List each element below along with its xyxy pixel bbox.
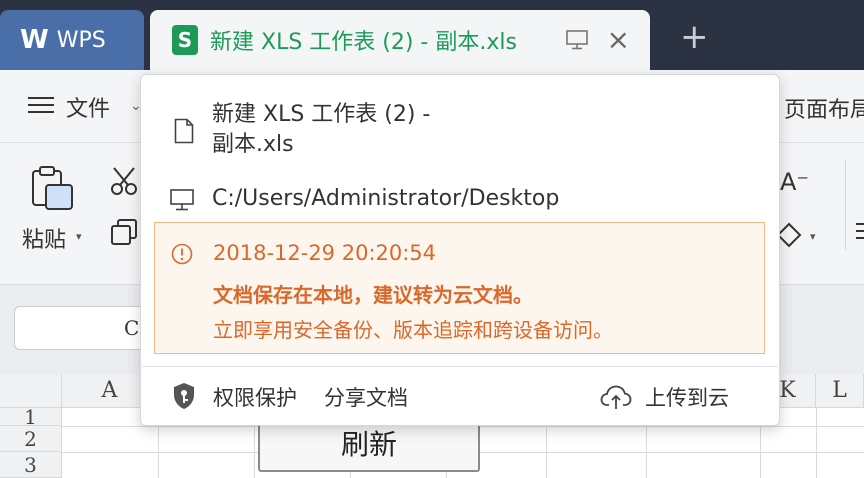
copy-icon[interactable] (110, 218, 138, 246)
wps-home-tab-label: WPS (56, 27, 106, 53)
paste-icon[interactable] (30, 165, 74, 213)
file-path: C:/Users/Administrator/Desktop (212, 186, 560, 211)
scissors-icon[interactable] (110, 166, 138, 196)
align-icon[interactable] (856, 222, 864, 244)
toolbar-divider (845, 160, 846, 250)
monitor-icon (170, 189, 194, 211)
info-circle-icon (171, 243, 193, 265)
document-icon (174, 118, 194, 144)
row-header[interactable]: 1 (0, 407, 62, 427)
name-box-value: C (124, 316, 140, 340)
close-tab-icon[interactable]: × (607, 26, 630, 54)
new-tab-button[interactable]: + (680, 20, 709, 54)
select-all-corner[interactable] (0, 374, 62, 408)
page-layout-menu[interactable]: 页面布局 (784, 92, 864, 124)
refresh-button[interactable]: 刷新 (258, 420, 480, 472)
grid-line (816, 408, 817, 478)
spreadsheet-icon: S (172, 25, 198, 55)
column-header[interactable]: L (816, 374, 864, 408)
file-menu[interactable]: 文件 (66, 91, 110, 123)
shield-key-icon[interactable] (172, 382, 196, 410)
share-document-link[interactable]: 分享文档 (324, 382, 408, 412)
wps-home-tab[interactable]: W WPS (0, 10, 144, 70)
cloud-upload-icon[interactable] (600, 384, 632, 410)
paste-button-label[interactable]: 粘贴 (22, 222, 66, 254)
warning-timestamp: 2018-12-29 20:20:54 (213, 241, 437, 265)
permission-protection-link[interactable]: 权限保护 (213, 382, 297, 412)
wps-logo-icon: W (20, 25, 49, 55)
popover-divider (140, 366, 778, 367)
upload-to-cloud-link[interactable]: 上传到云 (645, 382, 729, 412)
row-header[interactable]: 3 (0, 452, 62, 478)
document-tab-title: 新建 XLS 工作表 (2) - 副本.xls (210, 30, 517, 55)
row-header[interactable]: 2 (0, 426, 62, 452)
monitor-icon[interactable] (566, 30, 588, 50)
decrease-font-size-icon[interactable]: A⁻ (780, 168, 809, 196)
popover-file-name: 新建 XLS 工作表 (2) - 副本.xls (212, 100, 512, 160)
document-tab[interactable]: S 新建 XLS 工作表 (2) - 副本.xls × (150, 10, 650, 70)
warning-description[interactable]: 立即享用安全备份、版本追踪和跨设备访问。 (213, 314, 613, 343)
paste-dropdown-icon[interactable]: ▾ (76, 230, 82, 243)
eraser-dropdown-icon[interactable]: ▾ (810, 230, 816, 243)
popover-file-name-line2: 副本.xls (212, 132, 294, 157)
hamburger-menu-icon[interactable] (28, 96, 54, 114)
popover-file-name-line1: 新建 XLS 工作表 (2) - (212, 102, 431, 127)
warning-title: 文档保存在本地，建议转为云文档。 (213, 283, 533, 307)
